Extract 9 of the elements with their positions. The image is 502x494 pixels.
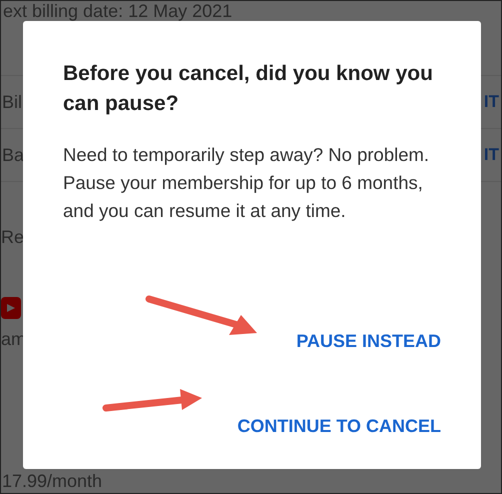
dialog-button[interactable]: PAUSE INSTEAD xyxy=(296,321,441,362)
setting-label: Ba xyxy=(2,144,24,166)
dialog-button[interactable]: CONTINUE TO CANCEL xyxy=(237,406,441,447)
section-heading: Re xyxy=(1,226,24,248)
plan-price: 17.99/month xyxy=(2,470,102,492)
billing-date: ext billing date: 12 May 2021 xyxy=(3,1,232,22)
setting-label: Bil xyxy=(2,92,22,112)
dialog-title: Before you cancel, did you know you can pause? xyxy=(63,61,434,117)
dialog-message: Need to temporarily step away? No problem. Pause your membership for up to 6 months, and you can resume it at any time. xyxy=(63,143,430,223)
